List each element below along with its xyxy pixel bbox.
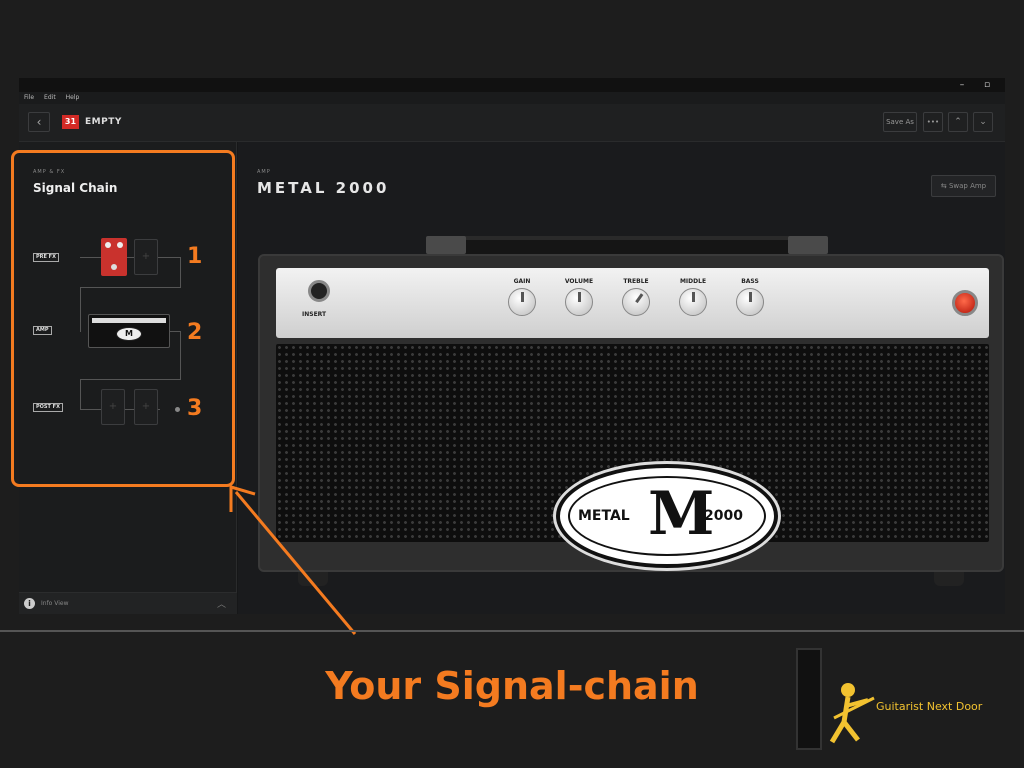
brand-name: Guitarist Next Door: [876, 700, 983, 713]
footer-divider: [0, 630, 1024, 632]
brand-logo: Guitarist Next Door: [796, 648, 1006, 750]
door-icon: [796, 648, 822, 750]
guitarist-figure-icon: [829, 683, 875, 744]
